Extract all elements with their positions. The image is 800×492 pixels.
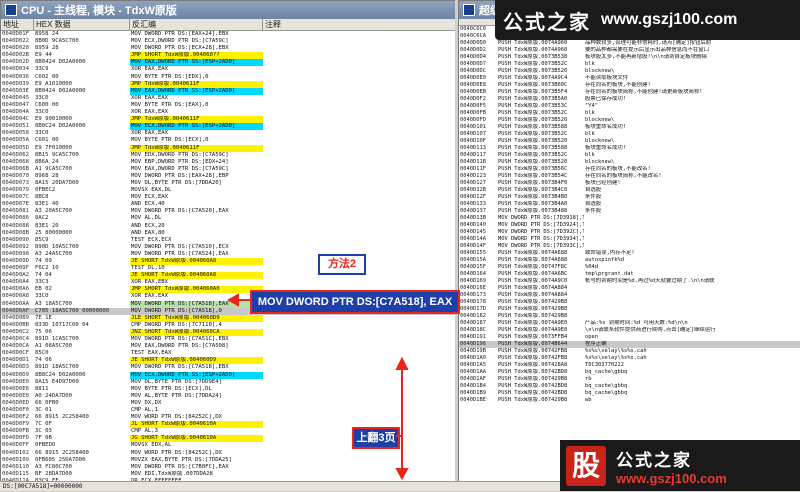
arrow-scroll-up — [395, 356, 409, 437]
watermark-top: 公式之家 www.gszj100.com — [495, 0, 800, 40]
arrow-to-instruction — [226, 293, 250, 307]
watermark-bottom-glyph: 股 — [566, 445, 606, 486]
watermark-top-url: www.gszj100.com — [601, 11, 738, 28]
watermark-bottom-brand: 公式之家 — [616, 450, 692, 471]
watermark-bottom-url: www.gszj100.com — [616, 470, 727, 486]
watermark-top-brand: 公式之家 — [503, 9, 591, 34]
watermark-bottom: 股 公式之家 www.gszj100.com — [560, 440, 800, 491]
annotation-arrows — [226, 293, 409, 481]
arrow-scroll-down — [395, 436, 409, 481]
